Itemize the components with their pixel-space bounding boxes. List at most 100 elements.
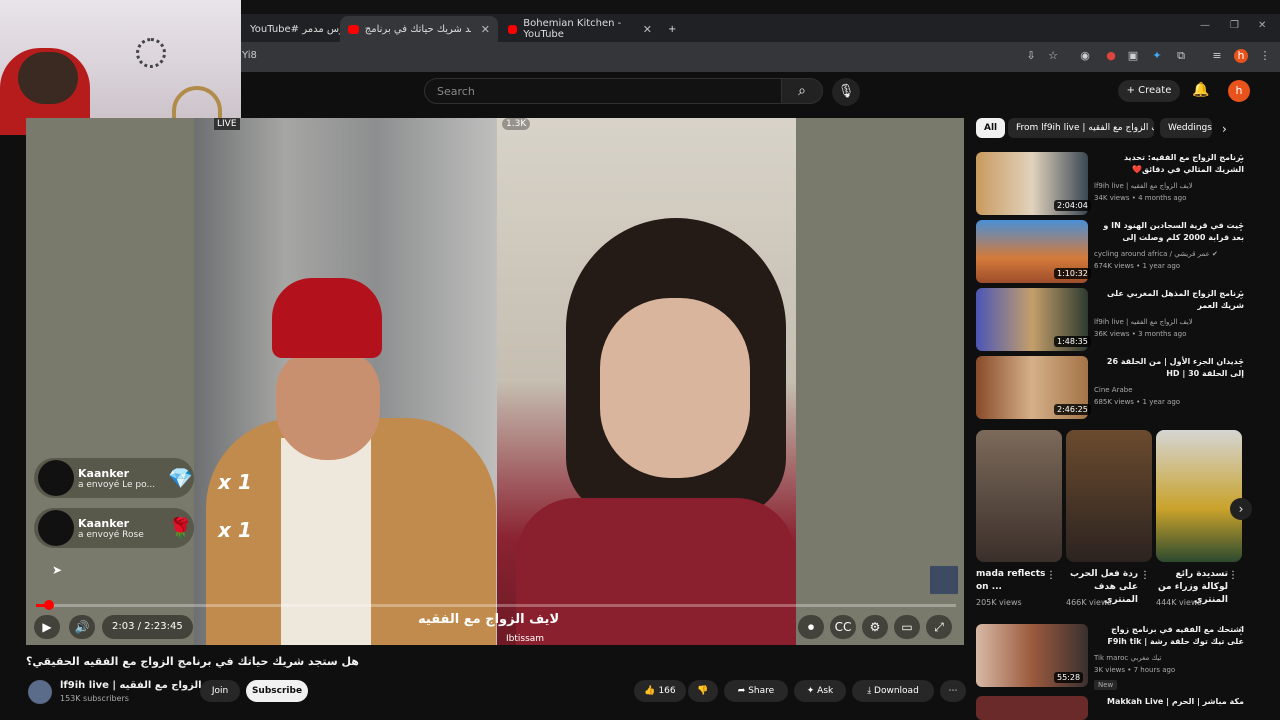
search-input[interactable]: Search (424, 78, 782, 104)
thumbs-up-icon: 👍 (644, 686, 656, 696)
gift-avatar (38, 510, 74, 546)
new-badge: New (1094, 680, 1118, 690)
rose-icon: 🌹 (168, 516, 193, 540)
captions-icon[interactable]: CC (830, 615, 856, 639)
more-options-icon[interactable]: ⋮ (1236, 626, 1246, 637)
download-icon: ⤓ (867, 686, 872, 696)
recommended-video[interactable]: 1:48:35 برنامج الزواج المذهل المغربي على… (976, 288, 1261, 352)
man-fez-hat (272, 278, 382, 358)
channel-avatar[interactable] (28, 680, 52, 704)
profile-icon[interactable]: h (1234, 49, 1248, 63)
ask-button[interactable]: ✦ Ask (794, 680, 846, 702)
short-thumbnail[interactable] (1156, 430, 1242, 562)
tab-2[interactable]: هل ستجد شريك حياتك في برنامج✕ (340, 16, 498, 42)
volume-icon[interactable]: 🔊 (69, 615, 95, 639)
share-icon: ➦ (737, 686, 746, 696)
recommended-video[interactable]: 2:04:04 برنامج الزواج مع الفقيه: تحديد ا… (976, 152, 1261, 216)
progress-bar[interactable] (36, 604, 956, 607)
mouse-cursor-icon: ➤ (52, 563, 63, 577)
download-button[interactable]: ⤓ Download (852, 680, 934, 702)
notifications-bell-icon[interactable]: 🔔 (1192, 82, 1209, 98)
url-text[interactable]: Yi8 (242, 50, 257, 61)
autoplay-toggle[interactable]: ⏺ (798, 615, 824, 639)
caption-username: Ibtissam (506, 634, 545, 644)
miniplayer-icon[interactable]: ▭ (894, 615, 920, 639)
more-options-icon[interactable]: ⋮ (1236, 290, 1246, 301)
search-icon[interactable]: ⌕ (781, 78, 823, 104)
scrubber-handle[interactable] (44, 600, 54, 610)
more-options-icon[interactable]: ⋮ (1140, 570, 1150, 581)
thumbs-down-icon: 👎 (697, 686, 709, 696)
extension-icon[interactable]: ▣ (1126, 49, 1140, 63)
short-thumbnail[interactable] (976, 430, 1062, 562)
bookmark-star-icon[interactable]: ☆ (1046, 49, 1060, 63)
chip-weddings[interactable]: Weddings (1160, 118, 1212, 138)
time-display: 2:03 / 2:23:45 (102, 615, 193, 639)
short-thumbnail[interactable] (1066, 430, 1152, 562)
tab-close-icon[interactable]: ✕ (481, 23, 490, 36)
live-badge: LIVE (214, 118, 240, 130)
fullscreen-icon[interactable]: ⤢ (926, 615, 952, 639)
dislike-button[interactable]: 👎 (688, 680, 718, 702)
install-icon[interactable]: ⇩ (1024, 49, 1038, 63)
diamond-icon: 💎 (168, 466, 193, 490)
video-thumbnail[interactable] (976, 696, 1088, 720)
man-shirt (281, 438, 371, 645)
minimize-icon[interactable]: — (1200, 20, 1210, 31)
recommended-video[interactable]: مكة مباشر | الحرم | Makkah Live (976, 696, 1261, 720)
video-player[interactable]: Kaanker a envoyé Le po... 💎 Kaanker a envo… (26, 118, 964, 645)
channel-watermark[interactable] (930, 566, 958, 594)
recommended-video[interactable]: 1:10:32 جيت في قرية السجادين الهنود IN و… (976, 220, 1261, 284)
new-tab-button[interactable]: + (660, 16, 684, 42)
tab-close-icon[interactable]: ✕ (643, 23, 652, 36)
chevron-right-icon[interactable]: › (1222, 122, 1227, 136)
streamer-head (18, 52, 78, 104)
more-options-icon[interactable]: ⋮ (1046, 570, 1056, 581)
sparkle-icon: ✦ (806, 686, 815, 696)
menu-dots-icon[interactable]: ⋮ (1258, 49, 1272, 63)
short-views: 205K views (976, 598, 1022, 607)
subscribe-button[interactable]: Subscribe (246, 680, 308, 702)
more-options-icon[interactable]: ⋮ (1236, 358, 1246, 369)
gift-notification: Kaanker a envoyé Rose 🌹 (34, 508, 194, 548)
chip-all[interactable]: All (976, 118, 1006, 138)
extension-icon[interactable]: ◉ (1078, 49, 1092, 63)
youtube-favicon-icon (348, 24, 359, 34)
viewer-count: 1.3K (502, 118, 531, 130)
wall-mirror (136, 38, 166, 68)
man-face (276, 350, 380, 460)
gift-multiplier: x 1 (218, 470, 252, 494)
short-title[interactable]: mada reflects on ... (976, 568, 1048, 594)
close-window-icon[interactable]: ✕ (1258, 20, 1266, 31)
more-options-icon[interactable]: ⋮ (1228, 570, 1238, 581)
create-button[interactable]: + Create (1118, 80, 1180, 102)
extension-icon[interactable]: ✦ (1150, 49, 1164, 63)
like-button[interactable]: 👍 166 (634, 680, 686, 702)
short-views: 444K views (1156, 598, 1202, 607)
subscriber-count: 153K subscribers (60, 694, 129, 703)
share-button[interactable]: ➦ Share (724, 680, 788, 702)
recommended-video[interactable]: 55:28 اشتحك مع الفقيه في برنامج زواج على… (976, 624, 1261, 688)
microphone-icon[interactable]: 🎙 (832, 78, 860, 106)
more-options-icon[interactable]: ⋮ (1236, 154, 1246, 165)
webcam-overlay (0, 0, 241, 135)
youtube-favicon-icon (508, 24, 518, 34)
maximize-icon[interactable]: ❐ (1230, 20, 1239, 31)
gift-avatar (38, 460, 74, 496)
puzzle-icon[interactable]: ⧉ (1174, 49, 1188, 63)
video-title: هل ستجد شريك حياتك في برنامج الزواج مع ا… (26, 655, 359, 668)
recommended-video[interactable]: 2:46:25 حديدان الجزء الأول | من الحلقة 2… (976, 356, 1261, 420)
more-actions-button[interactable]: ⋯ (940, 680, 966, 702)
gift-notification: Kaanker a envoyé Le po... 💎 (34, 458, 194, 498)
playlist-icon[interactable]: ≡ (1210, 49, 1224, 63)
more-options-icon[interactable]: ⋮ (1236, 222, 1246, 233)
settings-gear-icon[interactable]: ⚙ (862, 615, 888, 639)
chip-from-channel[interactable]: From lf9ih live | لايف الزواج مع الفقيه (1008, 118, 1154, 138)
extension-icon[interactable]: ● (1104, 49, 1118, 63)
short-views: 466K views (1066, 598, 1112, 607)
account-avatar[interactable]: h (1228, 80, 1250, 102)
tab-3[interactable]: Bohemian Kitchen - YouTube ✕ (500, 16, 660, 42)
play-icon[interactable]: ▶ (34, 615, 60, 639)
join-button[interactable]: Join (200, 680, 240, 702)
chevron-right-icon[interactable]: › (1230, 498, 1252, 520)
